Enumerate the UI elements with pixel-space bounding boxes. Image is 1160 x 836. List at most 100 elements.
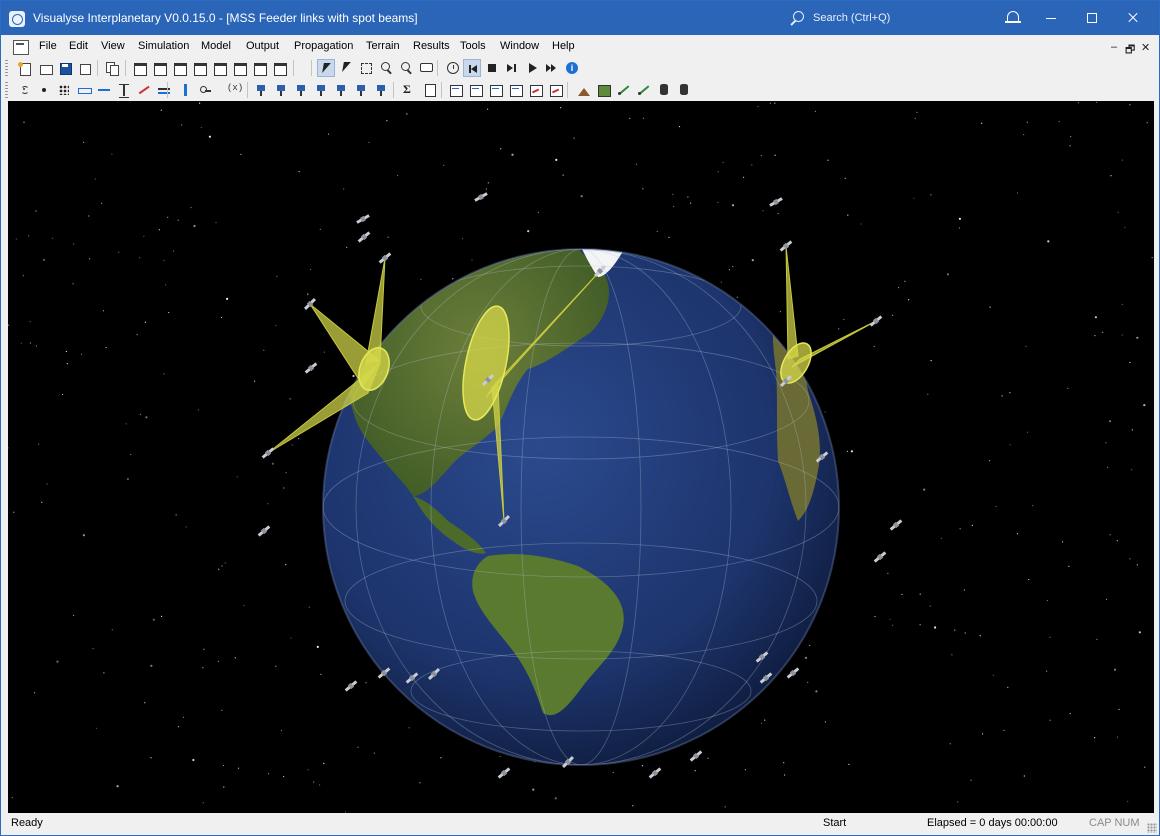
menu-file[interactable]: File xyxy=(39,40,57,52)
star xyxy=(289,398,291,400)
view-window-8-icon[interactable] xyxy=(271,59,289,77)
star xyxy=(838,328,840,330)
minimize-button[interactable] xyxy=(1031,1,1071,35)
menu-window[interactable]: Window xyxy=(500,40,539,52)
mdi-minimize-button[interactable]: – xyxy=(1111,41,1117,53)
antenna-icon[interactable] xyxy=(15,81,33,99)
star xyxy=(397,175,399,177)
select-rect-icon[interactable] xyxy=(357,59,375,77)
report-3-icon[interactable] xyxy=(487,81,505,99)
new-icon[interactable] xyxy=(15,59,33,77)
group-icon[interactable] xyxy=(197,81,215,99)
star xyxy=(1116,736,1119,738)
db-icon[interactable] xyxy=(655,81,673,99)
variable-icon[interactable]: (x) xyxy=(225,81,243,99)
stop-icon[interactable] xyxy=(483,59,501,77)
station-7-icon[interactable] xyxy=(373,81,391,99)
search-box[interactable]: Search (Ctrl+Q) xyxy=(789,9,959,29)
station-6-icon[interactable] xyxy=(353,81,371,99)
report-4-icon[interactable] xyxy=(507,81,525,99)
export-icon[interactable] xyxy=(421,81,439,99)
globe-viewport[interactable] xyxy=(8,101,1154,813)
play-icon[interactable] xyxy=(523,59,541,77)
view-window-5-icon[interactable] xyxy=(211,59,229,77)
star xyxy=(951,654,953,656)
station-2-icon[interactable] xyxy=(273,81,291,99)
fast-forward-icon[interactable] xyxy=(543,59,561,77)
zoom-in-icon[interactable] xyxy=(377,59,395,77)
point-icon[interactable] xyxy=(35,81,53,99)
path-icon[interactable] xyxy=(635,81,653,99)
view-window-3-icon[interactable] xyxy=(171,59,189,77)
star xyxy=(844,177,846,179)
star xyxy=(320,673,322,676)
range-icon[interactable] xyxy=(115,81,133,99)
menu-simulation[interactable]: Simulation xyxy=(138,40,189,52)
menu-model[interactable]: Model xyxy=(201,40,231,52)
transfer-icon[interactable] xyxy=(155,81,173,99)
station-5-icon[interactable] xyxy=(333,81,351,99)
zoom-out-icon[interactable] xyxy=(397,59,415,77)
document-icon[interactable] xyxy=(13,40,29,55)
resize-grip[interactable] xyxy=(1147,823,1157,833)
star xyxy=(323,762,325,765)
view-window-4-icon[interactable] xyxy=(191,59,209,77)
star xyxy=(988,460,991,462)
title-bar[interactable]: Visualyse Interplanetary V0.0.15.0 - [MS… xyxy=(1,1,1159,35)
mdi-close-button[interactable]: ✕ xyxy=(1141,41,1150,54)
save-icon[interactable] xyxy=(56,59,74,77)
open-icon[interactable] xyxy=(36,59,54,77)
report-2-icon[interactable] xyxy=(467,81,485,99)
annotate-icon[interactable] xyxy=(417,59,435,77)
star xyxy=(202,667,204,669)
app-icon[interactable] xyxy=(9,11,25,27)
db-down-icon[interactable] xyxy=(675,81,693,99)
close-button[interactable] xyxy=(1113,1,1153,35)
rewind-icon[interactable] xyxy=(463,59,481,77)
report-6-icon[interactable] xyxy=(547,81,565,99)
star xyxy=(784,774,786,776)
info-icon[interactable]: i xyxy=(563,59,581,77)
route-icon[interactable] xyxy=(615,81,633,99)
save-as-icon[interactable] xyxy=(76,59,94,77)
area-icon[interactable] xyxy=(75,81,93,99)
menu-terrain[interactable]: Terrain xyxy=(366,40,400,52)
report-5-icon[interactable] xyxy=(527,81,545,99)
view-window-6-icon[interactable] xyxy=(231,59,249,77)
menu-edit[interactable]: Edit xyxy=(69,40,88,52)
menu-output[interactable]: Output xyxy=(246,40,279,52)
scene-canvas[interactable] xyxy=(8,101,1154,813)
step-icon[interactable] xyxy=(503,59,521,77)
terrain-icon[interactable] xyxy=(575,81,593,99)
station-1-icon[interactable] xyxy=(253,81,271,99)
sort-icon[interactable] xyxy=(177,81,195,99)
view-window-1-icon[interactable] xyxy=(131,59,149,77)
menu-help[interactable]: Help xyxy=(552,40,575,52)
maximize-button[interactable] xyxy=(1071,1,1111,35)
view-window-2-icon[interactable] xyxy=(151,59,169,77)
station-4-icon[interactable] xyxy=(313,81,331,99)
clock-icon[interactable] xyxy=(444,59,462,77)
select-plus-icon[interactable] xyxy=(338,59,356,77)
menu-propagation[interactable]: Propagation xyxy=(294,40,353,52)
menu-view[interactable]: View xyxy=(101,40,125,52)
link-icon[interactable] xyxy=(95,81,113,99)
view-window-7-icon[interactable] xyxy=(251,59,269,77)
star xyxy=(267,503,269,505)
copy-icon[interactable] xyxy=(103,59,121,77)
star xyxy=(95,727,97,729)
report-1-icon[interactable] xyxy=(447,81,465,99)
bell-icon[interactable] xyxy=(993,1,1033,35)
map-icon[interactable] xyxy=(595,81,613,99)
star xyxy=(406,113,408,115)
menu-tools[interactable]: Tools xyxy=(460,40,486,52)
star xyxy=(182,716,185,718)
beam-icon[interactable] xyxy=(135,81,153,99)
points-icon[interactable] xyxy=(55,81,73,99)
select-arrow-icon[interactable] xyxy=(317,59,335,77)
station-3-icon[interactable] xyxy=(293,81,311,99)
satellite-icon xyxy=(869,315,883,327)
star xyxy=(52,237,54,239)
sum-icon[interactable]: Σ xyxy=(399,81,417,99)
menu-results[interactable]: Results xyxy=(413,40,450,52)
